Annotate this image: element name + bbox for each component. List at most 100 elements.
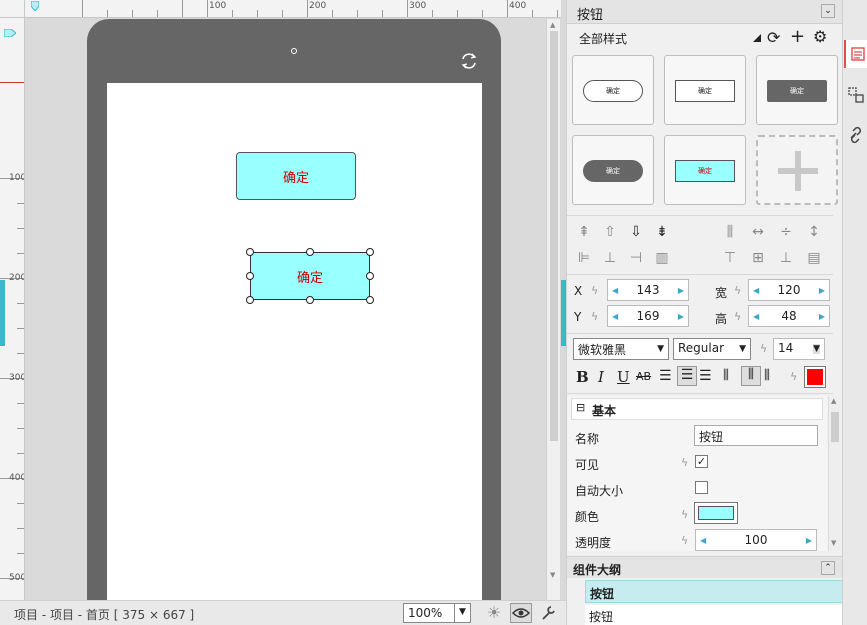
style-card-outline-pill[interactable]: 确定 (572, 55, 654, 125)
send-to-back-icon[interactable]: ⇟ (653, 224, 671, 240)
styles-filter-label[interactable]: 全部样式 (579, 30, 627, 47)
font-family-select[interactable]: 微软雅黑 ▼ (573, 338, 669, 360)
fill-color-swatch[interactable] (694, 502, 738, 524)
bold-button[interactable]: B (576, 368, 589, 386)
corner-triangle-icon[interactable] (753, 34, 761, 42)
align-top-icon[interactable]: ⊤ (721, 250, 739, 266)
resize-handle[interactable] (366, 272, 374, 280)
visible-checkbox[interactable]: ✓ (695, 455, 708, 468)
bolt-icon[interactable]: ϟ (790, 370, 797, 383)
strikethrough-button[interactable]: AB (636, 370, 651, 383)
scrollbar-thumb[interactable] (831, 412, 839, 442)
sidebar-link-icon[interactable] (845, 122, 867, 148)
resize-handle[interactable] (246, 296, 254, 304)
align-left-icon[interactable]: ⊫ (575, 250, 593, 266)
sidebar-interaction-icon[interactable] (845, 82, 867, 108)
increment-icon[interactable]: ▶ (819, 312, 825, 321)
opacity-input[interactable]: ◀ 100 ▶ (695, 529, 817, 551)
bolt-icon[interactable]: ϟ (681, 508, 688, 521)
zoom-select[interactable]: 100% ▼ (403, 603, 471, 623)
device-screen[interactable]: 确定 确定 (107, 83, 482, 600)
increment-icon[interactable]: ▶ (819, 286, 825, 295)
eye-icon[interactable] (510, 603, 532, 623)
scroll-up-icon[interactable]: ▲ (550, 21, 555, 29)
add-style-button[interactable] (756, 135, 838, 205)
autosize-checkbox[interactable] (695, 481, 708, 494)
ruler-top[interactable]: 100 200 300 400 (25, 0, 561, 18)
send-backward-icon[interactable]: ⇩ (627, 224, 645, 240)
distribute-h-icon[interactable]: ⫼ (721, 224, 739, 240)
decrement-icon[interactable]: ◀ (753, 286, 759, 295)
name-input[interactable]: 按钮 (694, 425, 818, 446)
increment-icon[interactable]: ▶ (678, 312, 684, 321)
x-input[interactable]: ◀ 143 ▶ (607, 279, 689, 301)
valign-top-icon[interactable]: ⫼ (723, 368, 729, 383)
align-center-icon[interactable]: ⊥ (601, 250, 619, 266)
align-middle-icon[interactable]: ⊞ (749, 250, 767, 266)
collapse-icon[interactable]: ⌄ (821, 4, 835, 18)
width-input[interactable]: ◀ 120 ▶ (748, 279, 830, 301)
resize-handle[interactable] (306, 248, 314, 256)
text-color-swatch[interactable] (804, 366, 826, 388)
bolt-icon[interactable]: ϟ (681, 534, 688, 547)
match-size-icon[interactable]: ▤ (805, 250, 823, 266)
scroll-up-icon[interactable]: ▲ (831, 397, 836, 405)
resize-handle[interactable] (366, 248, 374, 256)
bring-to-front-icon[interactable]: ⇞ (575, 224, 593, 240)
wrench-icon[interactable] (540, 604, 560, 624)
scroll-down-icon[interactable]: ▼ (831, 539, 836, 547)
outline-item[interactable]: 按钮 (585, 605, 852, 625)
y-input[interactable]: ◀ 169 ▶ (607, 305, 689, 327)
increment-icon[interactable]: ▶ (678, 286, 684, 295)
refresh-icon[interactable]: ⟳ (767, 28, 780, 47)
outline-item-selected[interactable]: 按钮 (585, 580, 852, 603)
decrement-icon[interactable]: ◀ (612, 312, 618, 321)
section-header[interactable]: ⊟ 基本 (571, 398, 823, 420)
valign-bottom-icon[interactable]: ⫼ (764, 368, 770, 383)
italic-button[interactable]: I (598, 368, 604, 386)
style-card-outline-rect[interactable]: 确定 (664, 55, 746, 125)
left-collapse-tab[interactable] (0, 280, 5, 346)
bolt-icon[interactable]: ϟ (760, 342, 767, 355)
decrement-icon[interactable]: ◀ (612, 286, 618, 295)
workspace[interactable]: 确定 确定 (26, 19, 546, 600)
resize-handle[interactable] (246, 248, 254, 256)
font-size-select[interactable]: 14 ▼ (773, 338, 825, 360)
prototype-button-selected[interactable]: 确定 (250, 252, 370, 300)
align-right-icon[interactable]: ⊣ (627, 250, 645, 266)
properties-scrollbar[interactable]: ▲ ▼ (828, 396, 840, 551)
bolt-icon[interactable]: ϟ (734, 310, 741, 323)
bolt-icon[interactable]: ϟ (591, 310, 598, 323)
decrement-icon[interactable]: ◀ (700, 536, 706, 545)
resize-handle[interactable] (306, 296, 314, 304)
scrollbar-thumb[interactable] (550, 31, 558, 441)
height-input[interactable]: ◀ 48 ▶ (748, 305, 830, 327)
style-card-dark-rect[interactable]: 确定 (756, 55, 838, 125)
font-weight-select[interactable]: Regular ▼ (673, 338, 751, 360)
distribute-height-icon[interactable]: ↕ (805, 224, 823, 240)
prototype-button[interactable]: 确定 (236, 152, 356, 200)
text-align-center-icon[interactable]: ☰ (677, 366, 697, 386)
resize-handle[interactable] (366, 296, 374, 304)
vertical-scrollbar[interactable]: ▲ ▼ (546, 19, 560, 600)
ruler-marker-icon[interactable] (30, 0, 40, 12)
bring-forward-icon[interactable]: ⇧ (601, 224, 619, 240)
rotate-icon[interactable] (459, 51, 479, 71)
sidebar-properties-icon[interactable] (844, 40, 867, 68)
resize-handle[interactable] (246, 272, 254, 280)
bolt-icon[interactable]: ϟ (734, 284, 741, 297)
collapse-icon[interactable]: ⌃ (821, 561, 835, 575)
distribute-v-icon[interactable]: ÷ (777, 224, 795, 240)
scroll-down-icon[interactable]: ▼ (550, 571, 555, 579)
increment-icon[interactable]: ▶ (806, 536, 812, 545)
collapse-section-icon[interactable]: ⊟ (576, 401, 585, 414)
sun-icon[interactable]: ☀ (484, 603, 504, 623)
gear-icon[interactable]: ⚙ (813, 27, 827, 46)
valign-middle-icon[interactable]: ⫼ (741, 366, 761, 386)
text-align-left-icon[interactable]: ☰ (659, 368, 672, 384)
align-grid-icon[interactable]: ▥ (653, 250, 671, 266)
bolt-icon[interactable]: ϟ (591, 284, 598, 297)
align-bottom-icon[interactable]: ⊥ (777, 250, 795, 266)
ruler-marker-icon[interactable] (3, 26, 17, 38)
style-card-cyan[interactable]: 确定 (664, 135, 746, 205)
